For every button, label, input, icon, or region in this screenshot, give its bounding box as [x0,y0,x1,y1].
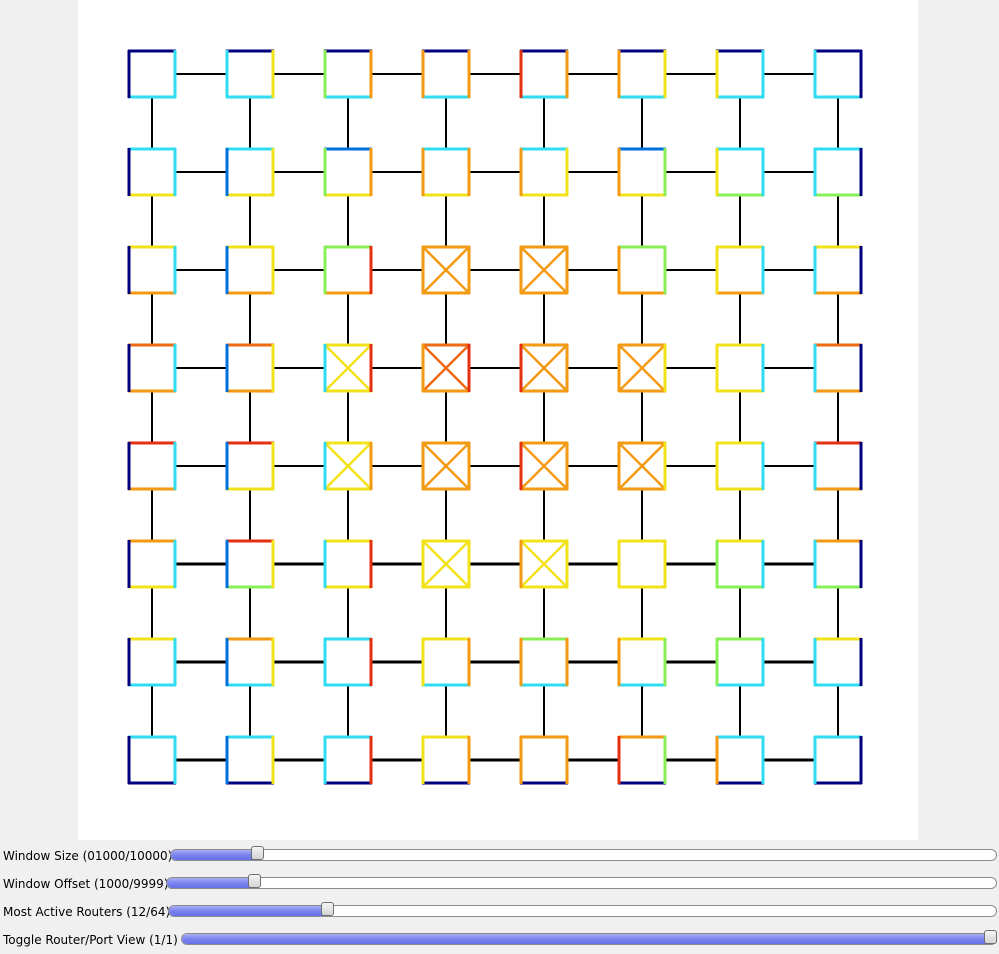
router-2-0 [128,246,176,294]
window-offset-label: Window Offset (1000/9999) [3,877,169,891]
router-5-5 [618,540,666,588]
router-6-2 [324,638,372,686]
toggle-view-slider-fill [182,934,992,944]
window-size-slider-fill [171,850,259,860]
router-1-1 [226,148,274,196]
router-5-7 [814,540,862,588]
toggle-view-slider-thumb[interactable] [984,930,997,944]
router-4-0 [128,442,176,490]
router-0-1 [226,50,274,98]
window-size-slider-row: Window Size (01000/10000) [0,842,999,870]
router-1-5 [618,148,666,196]
router-0-4 [520,50,568,98]
router-7-3 [422,736,470,784]
router-0-6 [716,50,764,98]
router-6-5 [618,638,666,686]
router-1-0 [128,148,176,196]
router-1-3 [422,148,470,196]
most-active-routers-slider-thumb[interactable] [321,902,334,916]
window-size-slider[interactable] [170,849,997,861]
router-4-1 [226,442,274,490]
router-6-6 [716,638,764,686]
router-3-0 [128,344,176,392]
router-1-4 [520,148,568,196]
window-size-slider-thumb[interactable] [251,846,264,860]
most-active-routers-slider[interactable] [168,905,997,917]
router-6-0 [128,638,176,686]
router-0-5 [618,50,666,98]
router-2-1 [226,246,274,294]
router-4-6 [716,442,764,490]
router-7-0 [128,736,176,784]
router-4-7 [814,442,862,490]
router-0-0 [128,50,176,98]
router-2-6 [716,246,764,294]
router-3-6 [716,344,764,392]
toggle-view-slider[interactable] [181,933,997,945]
router-7-6 [716,736,764,784]
router-2-7 [814,246,862,294]
most-active-routers-label: Most Active Routers (12/64) [3,905,171,919]
window-size-label: Window Size (01000/10000) [3,849,173,863]
toggle-view-label: Toggle Router/Port View (1/1) [3,933,178,947]
router-6-1 [226,638,274,686]
mesh-canvas [78,0,918,840]
router-1-7 [814,148,862,196]
window-offset-slider-row: Window Offset (1000/9999) [0,870,999,898]
router-7-7 [814,736,862,784]
router-2-2 [324,246,372,294]
router-5-6 [716,540,764,588]
router-6-3 [422,638,470,686]
router-0-2 [324,50,372,98]
window-offset-slider-fill [167,878,256,888]
router-0-7 [814,50,862,98]
router-2-5 [618,246,666,294]
router-6-7 [814,638,862,686]
router-6-4 [520,638,568,686]
router-7-4 [520,736,568,784]
router-7-5 [618,736,666,784]
router-7-2 [324,736,372,784]
most-active-routers-slider-fill [169,906,329,916]
router-3-1 [226,344,274,392]
window-offset-slider[interactable] [166,877,997,889]
router-7-1 [226,736,274,784]
router-5-1 [226,540,274,588]
router-5-0 [128,540,176,588]
mesh-network-diagram [127,49,863,785]
router-5-2 [324,540,372,588]
router-1-2 [324,148,372,196]
router-1-6 [716,148,764,196]
most-active-routers-slider-row: Most Active Routers (12/64) [0,898,999,926]
router-3-7 [814,344,862,392]
router-0-3 [422,50,470,98]
window-offset-slider-thumb[interactable] [248,874,261,888]
toggle-view-slider-row: Toggle Router/Port View (1/1) [0,926,999,954]
